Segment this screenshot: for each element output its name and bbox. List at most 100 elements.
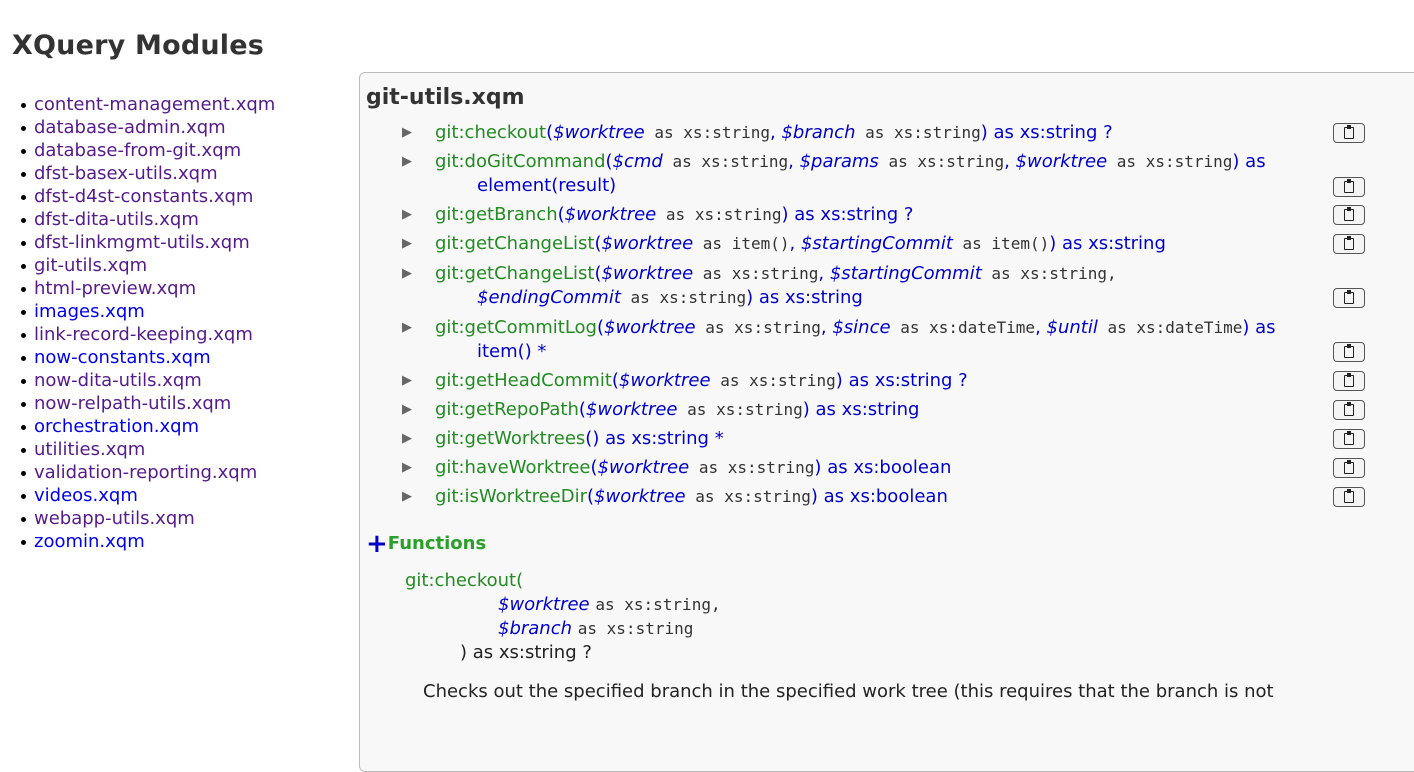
module-link[interactable]: dfst-d4st-constants.xqm — [34, 186, 253, 207]
module-link[interactable]: now-dita-utils.xqm — [34, 370, 202, 391]
module-link[interactable]: content-management.xqm — [34, 94, 275, 115]
module-link[interactable]: html-preview.xqm — [34, 278, 196, 299]
param-type: xs:string — [917, 152, 1005, 171]
open-paren: ( — [586, 486, 595, 507]
detail-param-2-name: $branch — [498, 618, 573, 639]
param-type: item() — [991, 234, 1050, 253]
param-name: $worktree — [594, 486, 686, 507]
function-name[interactable]: git:getChangeList — [435, 233, 595, 254]
signature-line: git:doGitCommand($cmd as xs:string, $par… — [435, 150, 1266, 174]
function-name[interactable]: git:getChangeList — [435, 263, 595, 284]
expand-triangle-icon[interactable]: ▶ — [402, 121, 416, 145]
param-name: $worktree — [585, 399, 678, 420]
module-link[interactable]: git-utils.xqm — [34, 255, 147, 276]
module-link[interactable]: validation-reporting.xqm — [34, 462, 257, 483]
expand-triangle-icon[interactable]: ▶ — [402, 232, 416, 256]
as-keyword: as — [654, 123, 674, 142]
function-name[interactable]: git:getWorktrees — [435, 428, 585, 449]
function-name[interactable]: git:getCommitLog — [435, 317, 597, 338]
param-type: item() — [731, 234, 790, 253]
as-keyword: as — [702, 234, 723, 253]
as-keyword: as — [665, 205, 686, 224]
module-link[interactable]: videos.xqm — [34, 485, 138, 506]
module-list-item: link-record-keeping.xqm — [20, 323, 275, 346]
expand-triangle-icon[interactable]: ▶ — [402, 150, 416, 174]
expand-triangle-icon[interactable]: ▶ — [402, 369, 416, 393]
module-link[interactable]: zoomin.xqm — [34, 531, 145, 552]
function-name[interactable]: git:getRepoPath — [435, 399, 579, 420]
copy-signature-button[interactable] — [1333, 487, 1365, 507]
function-name[interactable]: git:doGitCommand — [435, 151, 606, 172]
expand-triangle-icon[interactable]: ▶ — [402, 262, 416, 286]
module-link[interactable]: dfst-basex-utils.xqm — [34, 163, 218, 184]
module-link[interactable]: link-record-keeping.xqm — [34, 324, 253, 345]
copy-signature-button[interactable] — [1333, 177, 1365, 197]
module-link[interactable]: dfst-dita-utils.xqm — [34, 209, 199, 230]
module-link[interactable]: now-constants.xqm — [34, 347, 211, 368]
module-link[interactable]: orchestration.xqm — [34, 416, 199, 437]
module-link[interactable]: now-relpath-utils.xqm — [34, 393, 231, 414]
param-name: $worktree — [564, 204, 657, 225]
module-link[interactable]: database-admin.xqm — [34, 117, 226, 138]
module-list-item: database-from-git.xqm — [20, 139, 275, 162]
function-name[interactable]: git:haveWorktree — [435, 457, 591, 478]
copy-signature-button[interactable] — [1333, 371, 1365, 391]
param-type: xs:string — [734, 318, 821, 337]
return-type: as — [1255, 317, 1276, 338]
as-keyword: as — [702, 264, 723, 283]
as-keyword: as — [962, 234, 982, 253]
param-type-group: as — [663, 152, 702, 171]
copy-signature-button[interactable] — [1333, 458, 1365, 478]
copy-signature-button[interactable] — [1333, 400, 1365, 420]
function-name[interactable]: git:getHeadCommit — [435, 370, 612, 391]
module-link[interactable]: webapp-utils.xqm — [34, 508, 195, 529]
param-name: $worktree — [601, 263, 694, 284]
functions-section-toggle[interactable]: +Functions — [366, 529, 486, 559]
copy-signature-button[interactable] — [1333, 123, 1365, 143]
punctuation: , — [770, 122, 782, 143]
param-type: xs:string — [701, 152, 789, 171]
signature-line: git:getWorktrees() as xs:string * — [435, 427, 724, 451]
copy-signature-button[interactable] — [1333, 429, 1365, 449]
function-name[interactable]: git:checkout — [435, 122, 546, 143]
param-type-group: as — [645, 123, 684, 142]
param-type-group: as — [891, 318, 930, 337]
param-name: $worktree — [1015, 151, 1108, 172]
module-list-item: dfst-linkmgmt-utils.xqm — [20, 231, 275, 254]
open-paren: ( — [594, 263, 602, 284]
expand-triangle-icon[interactable]: ▶ — [402, 427, 416, 451]
param-name: $worktree — [597, 457, 690, 478]
copy-signature-button[interactable] — [1333, 234, 1365, 254]
punctuation: ) — [810, 486, 818, 507]
as-keyword: as — [672, 152, 692, 171]
copy-signature-button[interactable] — [1333, 342, 1365, 362]
function-name[interactable]: git:isWorktreeDir — [435, 486, 587, 507]
module-link[interactable]: utilities.xqm — [34, 439, 145, 460]
expand-triangle-icon[interactable]: ▶ — [402, 398, 416, 422]
param-type: xs:string — [727, 458, 815, 477]
signature-line: git:getChangeList($worktree as xs:string… — [435, 262, 1117, 286]
as-keyword: as — [705, 318, 725, 337]
expand-triangle-icon[interactable]: ▶ — [402, 316, 416, 340]
punctuation: , — [1035, 317, 1047, 338]
expand-triangle-icon[interactable]: ▶ — [402, 456, 416, 480]
detail-param-1-type: as xs:string, — [595, 595, 721, 614]
module-link[interactable]: database-from-git.xqm — [34, 140, 241, 161]
param-type: xs:string — [716, 400, 803, 419]
module-link[interactable]: dfst-linkmgmt-utils.xqm — [34, 232, 250, 253]
expand-triangle-icon[interactable]: ▶ — [402, 485, 416, 509]
return-type: as xs:boolean — [827, 457, 952, 478]
expand-triangle-icon[interactable]: ▶ — [402, 203, 416, 227]
copy-signature-button[interactable] — [1333, 205, 1365, 225]
param-name: $since — [832, 317, 891, 338]
module-list-item: database-admin.xqm — [20, 116, 275, 139]
expand-plus-icon[interactable]: + — [366, 529, 388, 559]
clipboard-icon — [1344, 236, 1354, 250]
param-type-group: as — [686, 487, 725, 506]
module-link[interactable]: images.xqm — [34, 301, 145, 322]
clipboard-icon — [1344, 344, 1354, 358]
function-name[interactable]: git:getBranch — [435, 204, 558, 225]
param-name: $worktree — [601, 233, 694, 254]
copy-signature-button[interactable] — [1333, 288, 1365, 308]
module-list-item: now-relpath-utils.xqm — [20, 392, 275, 415]
